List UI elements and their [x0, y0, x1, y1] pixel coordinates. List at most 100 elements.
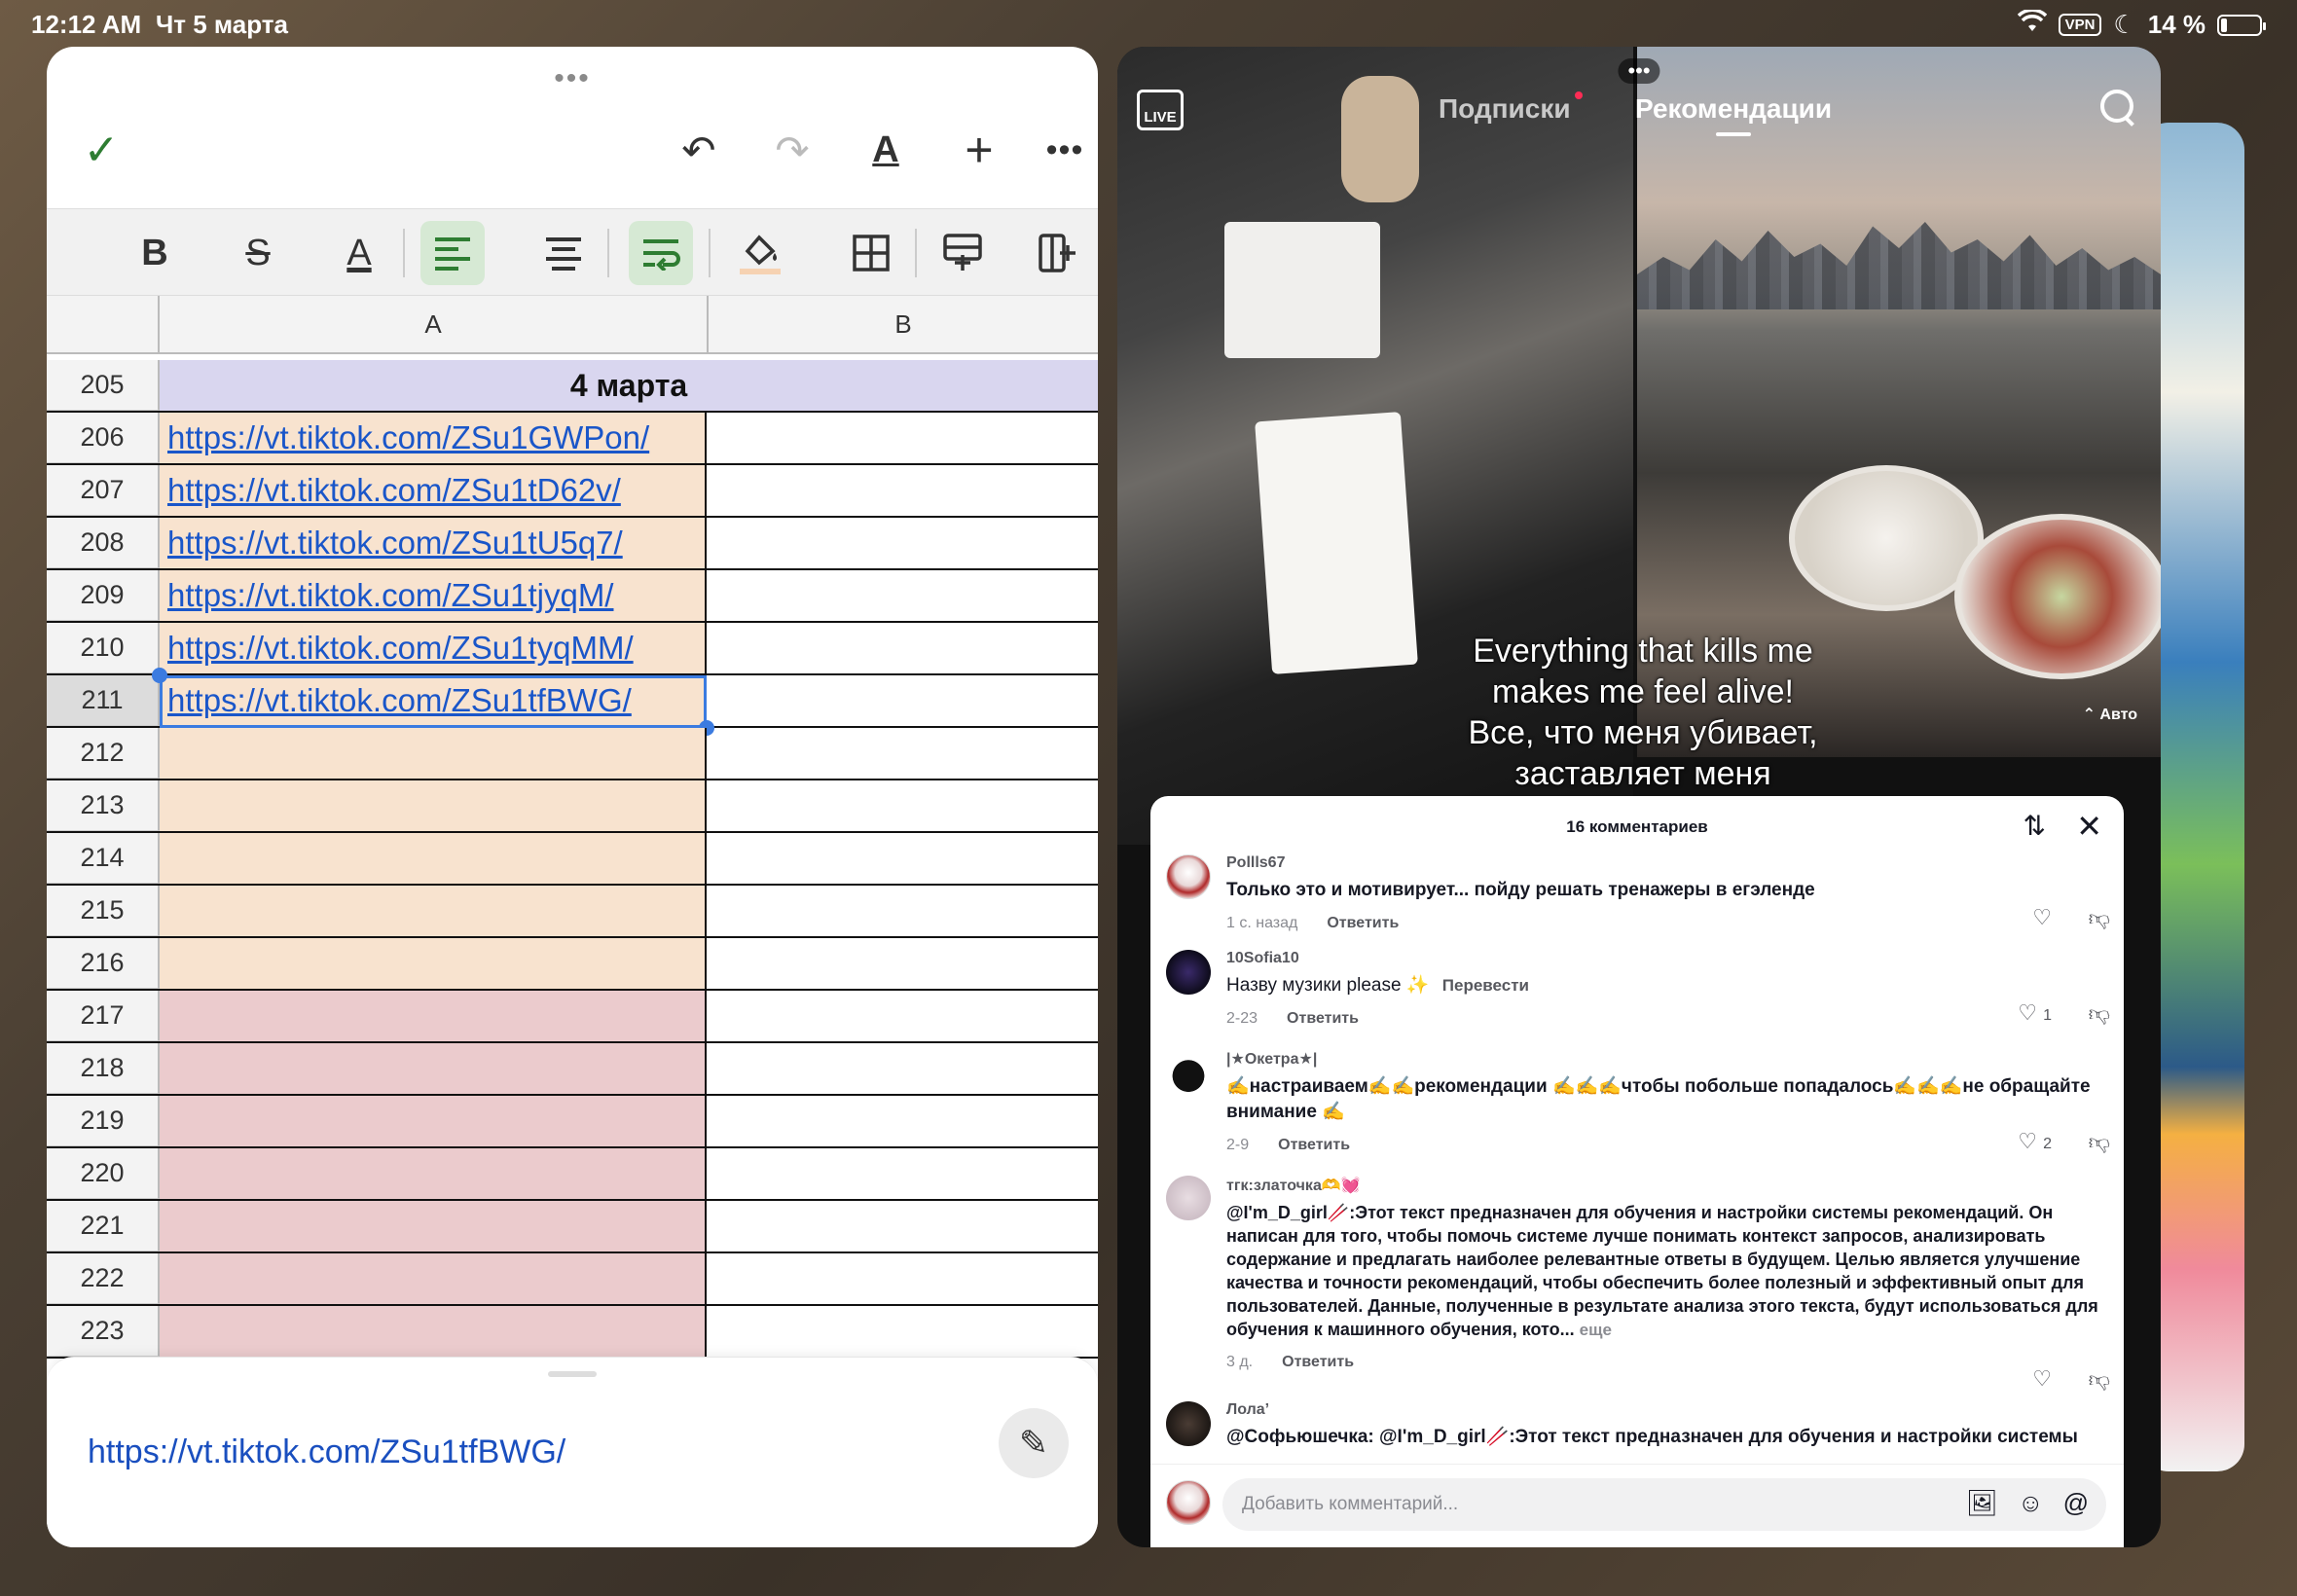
empty-cell[interactable] — [707, 1148, 1098, 1199]
avatar[interactable] — [1166, 1176, 1211, 1220]
reply-button[interactable]: Ответить — [1282, 1354, 1354, 1371]
borders-icon[interactable] — [839, 221, 903, 285]
emoji-icon[interactable]: ☺ — [2018, 1488, 2044, 1518]
comment-input[interactable]: Добавить комментарий... 🖼︎ ☺ @ — [1222, 1478, 2106, 1531]
row-number[interactable]: 209 — [47, 570, 160, 621]
row-number[interactable]: 222 — [47, 1253, 160, 1304]
table-row[interactable]: 212 — [47, 728, 1098, 780]
insert-column-icon[interactable] — [1026, 221, 1090, 285]
spreadsheet-grid[interactable]: A B 205 4 марта 206 https://vt.tiktok.co… — [47, 296, 1098, 1386]
empty-cell[interactable] — [160, 1201, 707, 1251]
table-row[interactable]: 210 https://vt.tiktok.com/ZSu1tyqMM/ — [47, 623, 1098, 675]
empty-cell[interactable] — [160, 991, 707, 1041]
empty-cell[interactable] — [160, 1253, 707, 1304]
table-row[interactable]: 220 — [47, 1148, 1098, 1201]
empty-cell[interactable] — [160, 1148, 707, 1199]
empty-cell[interactable] — [707, 675, 1098, 726]
row-number[interactable]: 216 — [47, 938, 160, 989]
row-number[interactable]: 205 — [47, 360, 160, 411]
tab-recommendations[interactable]: Рекомендации — [1635, 93, 1832, 136]
fill-color-icon[interactable] — [728, 221, 792, 285]
row-number[interactable]: 213 — [47, 780, 160, 831]
comment-username[interactable]: |★Окетра★| — [1226, 1049, 2100, 1069]
row-number[interactable]: 217 — [47, 991, 160, 1041]
live-icon[interactable]: LIVE — [1137, 90, 1184, 130]
auto-scroll-badge[interactable]: ⌃ Авто — [2083, 705, 2137, 724]
done-check-icon[interactable]: ✓ — [72, 121, 130, 179]
empty-cell[interactable] — [707, 1201, 1098, 1251]
table-row[interactable]: 223 — [47, 1306, 1098, 1359]
table-row[interactable]: 217 — [47, 991, 1098, 1043]
font-color-button[interactable]: A — [327, 221, 391, 285]
wrap-text-icon[interactable] — [629, 221, 693, 285]
dislike-icon[interactable]: 👎︎ — [2089, 1129, 2110, 1155]
empty-cell[interactable] — [707, 570, 1098, 621]
avatar[interactable] — [1166, 854, 1211, 899]
heart-icon[interactable]: ♡ — [2032, 905, 2052, 930]
mention-icon[interactable]: @ — [2063, 1488, 2089, 1518]
insert-icon[interactable]: + — [950, 121, 1008, 179]
empty-cell[interactable] — [707, 728, 1098, 779]
search-icon[interactable] — [2098, 88, 2139, 128]
insert-row-icon[interactable] — [930, 221, 995, 285]
row-number[interactable]: 223 — [47, 1306, 160, 1357]
window-grabber[interactable]: ••• — [554, 62, 591, 95]
link-cell[interactable]: https://vt.tiktok.com/ZSu1tU5q7/ — [160, 518, 707, 568]
dislike-icon[interactable]: 👎︎ — [2089, 1000, 2110, 1027]
heart-icon[interactable]: ♡ — [2032, 1366, 2052, 1392]
table-row[interactable]: 219 — [47, 1096, 1098, 1148]
column-header-b[interactable]: B — [709, 296, 1098, 354]
reply-button[interactable]: Ответить — [1278, 1137, 1350, 1154]
avatar[interactable] — [1166, 950, 1211, 995]
empty-cell[interactable] — [160, 728, 707, 779]
row-number[interactable]: 219 — [47, 1096, 160, 1146]
row-number[interactable]: 214 — [47, 833, 160, 884]
avatar[interactable] — [1166, 1401, 1211, 1446]
translate-button[interactable]: Перевести — [1442, 976, 1529, 995]
selection-handle-top[interactable] — [152, 668, 167, 683]
cell-value-text[interactable]: https://vt.tiktok.com/ZSu1tfBWG/ — [88, 1433, 565, 1471]
empty-cell[interactable] — [707, 1253, 1098, 1304]
table-row[interactable]: 206 https://vt.tiktok.com/ZSu1GWPon/ — [47, 413, 1098, 465]
empty-cell[interactable] — [707, 833, 1098, 884]
comment-username[interactable]: Лола’ — [1226, 1401, 2100, 1419]
row-number[interactable]: 221 — [47, 1201, 160, 1251]
tab-subscriptions[interactable]: Подписки — [1439, 91, 1583, 125]
reply-button[interactable]: Ответить — [1287, 1010, 1359, 1028]
column-header-a[interactable]: A — [160, 296, 709, 354]
bold-button[interactable]: B — [123, 221, 187, 285]
image-icon[interactable]: 🖼︎ — [1966, 1488, 1998, 1518]
redo-icon[interactable]: ↷ — [763, 121, 821, 179]
row-number[interactable]: 207 — [47, 465, 160, 516]
empty-cell[interactable] — [707, 1043, 1098, 1094]
link-cell[interactable]: https://vt.tiktok.com/ZSu1tyqMM/ — [160, 623, 707, 673]
avatar[interactable] — [1166, 1049, 1211, 1094]
table-row[interactable]: 213 — [47, 780, 1098, 833]
selected-link-cell[interactable]: https://vt.tiktok.com/ZSu1tfBWG/ — [160, 675, 707, 726]
heart-icon[interactable]: ♡ 2 — [2018, 1129, 2052, 1154]
table-row[interactable]: 214 — [47, 833, 1098, 886]
select-all-corner[interactable] — [47, 296, 160, 354]
table-row[interactable]: 216 — [47, 938, 1098, 991]
heart-icon[interactable]: ♡ 1 — [2018, 1000, 2052, 1026]
empty-cell[interactable] — [160, 833, 707, 884]
empty-cell[interactable] — [707, 465, 1098, 516]
strikethrough-button[interactable]: S — [226, 221, 290, 285]
table-row[interactable]: 205 4 марта — [47, 360, 1098, 413]
table-row[interactable]: 208 https://vt.tiktok.com/ZSu1tU5q7/ — [47, 518, 1098, 570]
dislike-icon[interactable]: 👎︎ — [2089, 905, 2110, 931]
row-number[interactable]: 212 — [47, 728, 160, 779]
undo-icon[interactable]: ↶ — [670, 121, 728, 179]
empty-cell[interactable] — [707, 518, 1098, 568]
link-cell[interactable]: https://vt.tiktok.com/ZSu1GWPon/ — [160, 413, 707, 463]
align-left-icon[interactable] — [420, 221, 485, 285]
empty-cell[interactable] — [160, 1306, 707, 1357]
empty-cell[interactable] — [707, 1096, 1098, 1146]
table-row[interactable]: 218 — [47, 1043, 1098, 1096]
empty-cell[interactable] — [160, 938, 707, 989]
sort-icon[interactable]: ⇅ — [2024, 810, 2046, 842]
link-cell[interactable]: https://vt.tiktok.com/ZSu1tD62v/ — [160, 465, 707, 516]
empty-cell[interactable] — [160, 780, 707, 831]
row-number[interactable]: 220 — [47, 1148, 160, 1199]
link-cell[interactable]: https://vt.tiktok.com/ZSu1tjyqM/ — [160, 570, 707, 621]
